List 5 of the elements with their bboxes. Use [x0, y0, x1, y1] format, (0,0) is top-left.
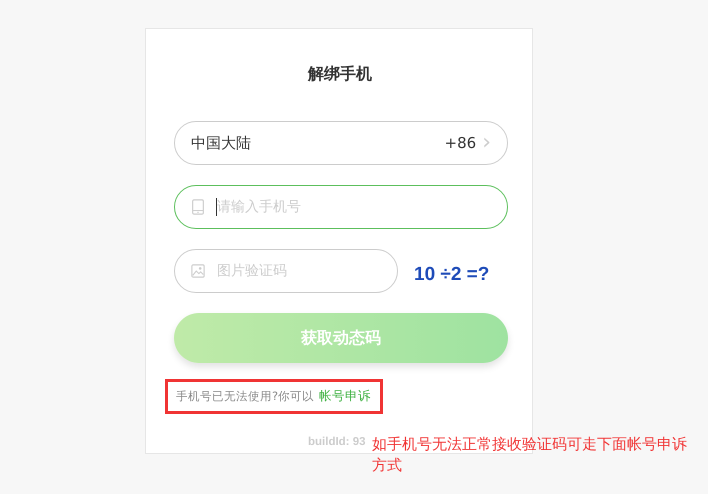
help-text: 手机号已无法使用?你可以: [176, 389, 314, 404]
dialog-title: 解绑手机: [308, 64, 372, 85]
country-selector[interactable]: 中国大陆 +86 ›: [174, 121, 508, 165]
captcha-image[interactable]: 10 ÷2 =?: [414, 264, 490, 286]
annotation-text: 如手机号无法正常接收验证码可走下面帐号申诉方式: [372, 434, 688, 476]
